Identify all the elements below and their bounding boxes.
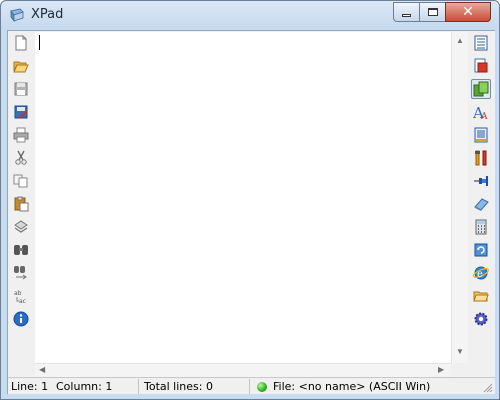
text-caret [39, 35, 40, 50]
status-file: File: <no name> (ASCII Win) [273, 380, 431, 393]
scroll-right-icon[interactable]: ▶ [438, 366, 444, 374]
save-button[interactable] [11, 79, 31, 99]
find-next-button[interactable] [11, 263, 31, 283]
svg-text:ac: ac [19, 298, 26, 304]
cut-button[interactable] [11, 148, 31, 168]
copy-green-icon [473, 81, 489, 97]
save-as-icon [14, 105, 28, 119]
document-list-icon [474, 35, 488, 51]
pin-button[interactable] [471, 171, 491, 191]
right-toolbar: AA e [468, 31, 495, 377]
status-bar: Line: 1 Column: 1 Total lines: 0 File: <… [8, 377, 495, 394]
status-separator [138, 379, 139, 394]
font-icon: AA [473, 104, 488, 120]
print-button[interactable] [11, 125, 31, 145]
status-total-lines: Total lines: 0 [144, 380, 213, 393]
new-document-button[interactable] [11, 33, 31, 53]
text-document-button[interactable] [471, 125, 491, 145]
paste-button[interactable] [11, 194, 31, 214]
open-folder-icon [13, 61, 29, 73]
find-next-icon [14, 266, 27, 280]
close-icon: ✕ [462, 4, 474, 20]
info-icon [13, 311, 29, 327]
save-as-button[interactable] [11, 102, 31, 122]
font-button[interactable]: AA [471, 102, 491, 122]
internet-explorer-button[interactable]: e [471, 263, 491, 283]
copy-green-button[interactable] [471, 79, 491, 99]
tools-button[interactable] [471, 148, 491, 168]
svg-text:e: e [477, 269, 483, 280]
eraser-button[interactable] [471, 194, 491, 214]
document-list-button[interactable] [471, 33, 491, 53]
settings-gear-button[interactable] [471, 309, 491, 329]
maximize-icon [427, 8, 438, 16]
internet-explorer-icon: e [473, 266, 489, 280]
save-icon [14, 82, 28, 96]
left-toolbar: ab ac [8, 31, 34, 377]
app-window: XPad ✕ ab ac ▲ ▼ ◀ ▶ A A e Line: 1 Colum… [0, 0, 500, 400]
svg-text:ab: ab [14, 290, 22, 297]
replace-button[interactable]: ab ac [11, 286, 31, 306]
document-red-icon [474, 58, 488, 73]
status-separator [249, 379, 250, 394]
close-button[interactable]: ✕ [445, 2, 491, 22]
calculator-icon [475, 219, 487, 235]
scroll-down-icon[interactable]: ▼ [456, 348, 464, 356]
new-document-icon [15, 35, 27, 51]
refresh-window-icon [474, 243, 488, 257]
eraser-icon [474, 198, 489, 211]
open-file-button[interactable] [11, 56, 31, 76]
window-title: XPad [31, 7, 64, 22]
folder-open-icon [473, 291, 489, 302]
status-column: Column: 1 [56, 380, 113, 393]
document-red-button[interactable] [471, 56, 491, 76]
vertical-scrollbar[interactable]: ▲ ▼ [451, 32, 468, 363]
find-button[interactable] [11, 240, 31, 260]
copy-icon [13, 174, 28, 188]
minimize-icon [402, 13, 411, 17]
status-line: Line: 1 [11, 380, 49, 393]
svg-text:A: A [480, 112, 488, 120]
resize-grip-icon[interactable] [483, 383, 493, 393]
minimize-button[interactable] [393, 2, 419, 22]
scroll-up-icon[interactable]: ▲ [456, 37, 464, 45]
title-bar[interactable]: XPad ✕ [1, 1, 499, 29]
settings-gear-icon [474, 312, 488, 326]
cut-icon [15, 150, 27, 165]
copy-button[interactable] [11, 171, 31, 191]
undo-button[interactable] [11, 217, 31, 237]
tools-icon [475, 150, 487, 166]
folder-open-button[interactable] [471, 286, 491, 306]
print-icon [13, 127, 29, 143]
text-document-icon [474, 127, 488, 143]
paste-icon [14, 196, 29, 212]
about-button[interactable] [11, 309, 31, 329]
file-status-led-icon [257, 382, 267, 392]
xpad-app-icon [10, 8, 24, 22]
replace-icon: abac [14, 290, 26, 304]
calculator-button[interactable] [471, 217, 491, 237]
pin-icon [474, 176, 488, 186]
maximize-button[interactable] [419, 2, 445, 22]
scroll-left-icon[interactable]: ◀ [39, 366, 45, 374]
refresh-window-button[interactable] [471, 240, 491, 260]
text-editor[interactable] [35, 32, 451, 363]
find-icon [14, 245, 28, 255]
client-area: ab ac ▲ ▼ ◀ ▶ A A e Line: 1 Column: 1 To… [7, 30, 495, 394]
undo-icon [14, 220, 28, 233]
horizontal-scrollbar[interactable]: ◀ ▶ [35, 363, 451, 377]
